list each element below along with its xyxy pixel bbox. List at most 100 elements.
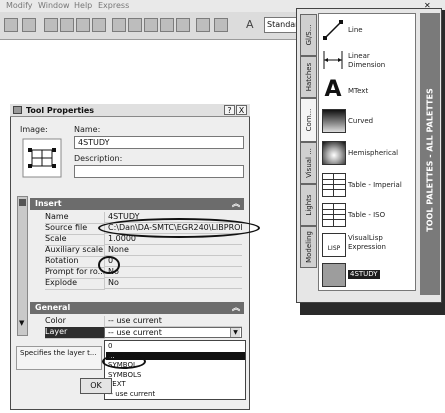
- tab-visual-styles[interactable]: Visual ...: [300, 142, 317, 184]
- help-icon[interactable]: [214, 18, 228, 32]
- markup-icon[interactable]: [176, 18, 190, 32]
- layer-option[interactable]: SYMBOLS: [106, 371, 245, 379]
- layer-option[interactable]: SYMBOL: [106, 361, 245, 369]
- property-row[interactable]: Scale 1.0000: [34, 234, 242, 246]
- zoom-window-icon[interactable]: [76, 18, 90, 32]
- help-button[interactable]: ?: [224, 105, 235, 115]
- description-label: Description:: [74, 154, 123, 163]
- name-field[interactable]: 4STUDY: [74, 136, 244, 149]
- close-button[interactable]: X: [236, 105, 247, 115]
- property-value[interactable]: 0: [104, 256, 242, 267]
- property-row[interactable]: Source file C:\Dan\DA-SMTC\EGR240\LIBPROB…: [34, 223, 242, 235]
- dialog-side-strip: ▼: [17, 196, 28, 336]
- block-preview-image[interactable]: [22, 138, 62, 178]
- dialog-titlebar[interactable]: Tool Properties ? X: [10, 104, 250, 117]
- collapse-chevron-icon[interactable]: ︽: [232, 198, 240, 209]
- properties-icon[interactable]: [112, 18, 126, 32]
- ok-button[interactable]: OK: [80, 378, 112, 394]
- property-value[interactable]: 4STUDY: [104, 212, 242, 223]
- undo-icon[interactable]: [4, 18, 18, 32]
- layer-select[interactable]: -- use current ▼: [104, 327, 242, 338]
- palette-item-4study[interactable]: 4STUDY: [322, 262, 414, 288]
- chevron-down-icon[interactable]: ▼: [230, 328, 240, 337]
- property-value[interactable]: None: [104, 245, 242, 256]
- image-label: Image:: [20, 125, 48, 134]
- palette-item-line[interactable]: Line: [322, 18, 414, 44]
- collapse-chevron-icon[interactable]: ︽: [232, 302, 240, 313]
- property-key: Layer: [45, 327, 105, 339]
- layer-option[interactable]: ...: [106, 351, 245, 360]
- tab-hatches[interactable]: Hatches: [300, 56, 317, 98]
- layer-option[interactable]: TEXT: [106, 380, 245, 388]
- curved-label: Curved: [348, 117, 374, 125]
- sheet-set-icon[interactable]: [160, 18, 174, 32]
- palette-item-table-imperial[interactable]: Table - Imperial: [322, 172, 414, 198]
- zoom-previous-icon[interactable]: [92, 18, 106, 32]
- property-value[interactable]: 1.0000: [104, 234, 242, 245]
- categorized-icon[interactable]: [19, 199, 26, 206]
- table-icon: [322, 203, 346, 227]
- palette-title: TOOL PALETTES - ALL PALETTES: [425, 87, 435, 232]
- layer-option[interactable]: -- use current: [106, 390, 245, 398]
- palette-item-mtext[interactable]: A MText: [322, 78, 414, 104]
- property-value[interactable]: C:\Dan\DA-SMTC\EGR240\LIBPROB...: [104, 223, 242, 234]
- block-icon: [322, 263, 346, 287]
- mtext-label: MText: [348, 87, 369, 95]
- property-value[interactable]: No: [104, 278, 242, 289]
- linear-dimension-icon: [323, 51, 343, 69]
- pan-icon[interactable]: [44, 18, 58, 32]
- general-section-header[interactable]: General ︽: [30, 302, 244, 314]
- menu-help[interactable]: Help: [74, 1, 92, 10]
- visuallisp-label: VisualLisp Expression: [348, 234, 386, 251]
- calculator-icon[interactable]: [196, 18, 210, 32]
- mtext-icon: A: [324, 77, 342, 102]
- palette-close-icon[interactable]: ✕: [424, 2, 434, 10]
- redo-icon[interactable]: [22, 18, 36, 32]
- palette-item-linear-dimension[interactable]: Linear Dimension: [322, 48, 414, 74]
- menu-window[interactable]: Window: [38, 1, 70, 10]
- property-row[interactable]: Rotation 0: [34, 256, 242, 268]
- insert-section-title: Insert: [35, 199, 62, 208]
- table-iso-label: Table - ISO: [348, 211, 386, 219]
- property-description-panel: Specifies the layer t...: [16, 346, 102, 370]
- text-style-icon[interactable]: A: [246, 18, 254, 31]
- property-row[interactable]: Name 4STUDY: [34, 212, 242, 224]
- design-center-icon[interactable]: [128, 18, 142, 32]
- tab-lights[interactable]: Lights: [300, 184, 317, 226]
- property-row[interactable]: Auxiliary scale None: [34, 245, 242, 257]
- general-section-title: General: [35, 303, 71, 312]
- palette-item-hemispherical[interactable]: Hemispherical: [322, 140, 414, 166]
- property-key: Explode: [45, 278, 105, 290]
- tab-modeling[interactable]: Modeling: [300, 226, 317, 268]
- menu-express[interactable]: Express: [98, 1, 129, 10]
- collapse-arrow-icon[interactable]: ▼: [19, 319, 24, 327]
- table-icon: [322, 173, 346, 197]
- property-value[interactable]: -- use current: [104, 316, 242, 327]
- layer-dropdown-list[interactable]: 0... SYMBOL SYMBOLS TEXT -- use current: [104, 340, 246, 400]
- layer-select-value: -- use current: [108, 328, 162, 337]
- property-row[interactable]: Prompt for ro... No: [34, 267, 242, 279]
- palette-item-table-iso[interactable]: Table - ISO: [322, 202, 414, 228]
- palette-item-curved[interactable]: Curved: [322, 108, 414, 134]
- curved-gradient-icon: [322, 109, 346, 133]
- palette-item-visuallisp[interactable]: LISP VisualLisp Expression: [322, 232, 414, 258]
- tab-glass[interactable]: Gl/S...: [300, 14, 317, 56]
- property-row[interactable]: Color -- use current: [34, 316, 242, 328]
- menu-modify[interactable]: Modify: [6, 1, 33, 10]
- description-field[interactable]: [74, 165, 244, 178]
- palette-titlebar[interactable]: TOOL PALETTES - ALL PALETTES: [420, 13, 440, 295]
- property-row-layer[interactable]: Layer -- use current ▼: [34, 327, 242, 339]
- property-value[interactable]: No: [104, 267, 242, 278]
- tool-palettes-icon[interactable]: [144, 18, 158, 32]
- tab-command[interactable]: Com...: [300, 98, 317, 142]
- hemispherical-label: Hemispherical: [348, 149, 399, 157]
- line-icon: [323, 20, 343, 40]
- property-row[interactable]: Explode No: [34, 278, 242, 290]
- dialog-app-icon: [13, 106, 22, 114]
- 4study-label: 4STUDY: [348, 270, 380, 279]
- insert-section-header[interactable]: Insert ︽: [30, 198, 244, 210]
- table-imperial-label: Table - Imperial: [348, 181, 402, 189]
- hemispherical-gradient-icon: [322, 141, 346, 165]
- zoom-realtime-icon[interactable]: [60, 18, 74, 32]
- layer-option[interactable]: 0: [106, 342, 245, 350]
